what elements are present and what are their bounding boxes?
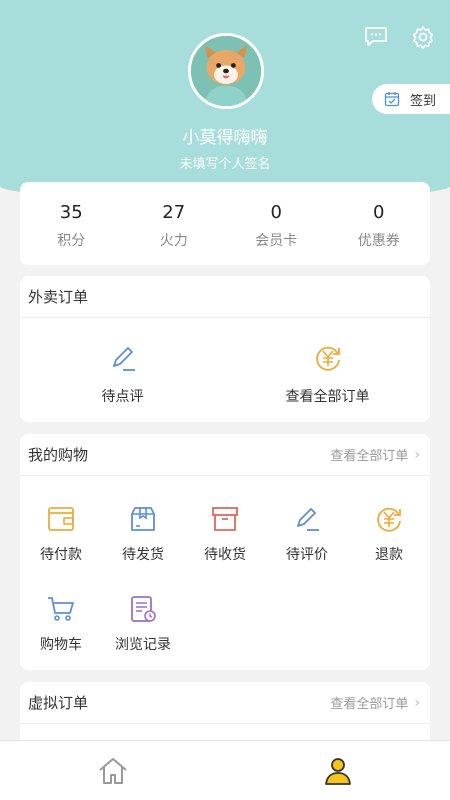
card-title: 虚拟订单: [28, 694, 89, 712]
takeout-to-review[interactable]: 待点评: [20, 318, 225, 406]
message-icon[interactable]: [363, 24, 389, 50]
item-label: 待点评: [101, 389, 144, 405]
stat-points[interactable]: 35 积分: [20, 182, 123, 265]
dog-avatar-icon: [191, 36, 261, 106]
stat-label: 优惠券: [357, 233, 400, 249]
pending-shipment[interactable]: 待发货: [102, 476, 184, 566]
card-header: 我的购物 查看全部订单 ›: [20, 434, 430, 476]
pen-icon: [112, 347, 135, 371]
tab-home[interactable]: [0, 741, 225, 800]
signin-button[interactable]: 签到: [372, 84, 450, 114]
card-title: 外卖订单: [28, 288, 89, 306]
calendar-check-icon: [384, 92, 400, 107]
takeout-orders-card: 外卖订单 待点评 查看全部订单: [20, 276, 430, 422]
card-title: 我的购物: [28, 446, 89, 464]
view-all-orders-link[interactable]: 查看全部订单 ›: [330, 693, 420, 713]
yen-refresh-icon: [315, 346, 340, 371]
user-icon: [324, 757, 351, 785]
stat-membership[interactable]: 0 会员卡: [225, 182, 328, 265]
cart-icon: [48, 597, 74, 621]
signature[interactable]: 未填写个人签名: [0, 153, 450, 172]
home-icon: [98, 757, 127, 784]
yen-refresh-icon: [377, 507, 401, 532]
my-shopping-card: 我的购物 查看全部订单 › 待付款 待发货 待收货 待评价 退款 购物车 浏览记…: [20, 434, 430, 670]
item-label: 待评价: [286, 547, 328, 563]
wallet-icon: [48, 507, 74, 531]
card-header: 外卖订单: [20, 276, 430, 318]
pending-receipt[interactable]: 待收货: [184, 476, 266, 566]
tab-profile[interactable]: [225, 741, 450, 800]
card-header: 虚拟订单 查看全部订单 ›: [20, 682, 430, 724]
refund[interactable]: 退款: [348, 476, 430, 566]
item-label: 待收货: [204, 547, 246, 563]
link-label: 查看全部订单: [330, 449, 409, 464]
bottom-tab-bar: [0, 740, 450, 800]
stat-fire[interactable]: 27 火力: [123, 182, 226, 265]
stat-value: 35: [59, 202, 83, 223]
pen-icon: [297, 508, 319, 531]
box-icon: [212, 507, 238, 531]
stats-card: 35 积分 27 火力 0 会员卡 0 优惠券: [20, 182, 430, 265]
item-label: 退款: [375, 547, 403, 563]
browse-history[interactable]: 浏览记录: [102, 566, 184, 656]
link-label: 查看全部订单: [330, 697, 409, 712]
item-label: 购物车: [40, 637, 82, 653]
signin-label: 签到: [410, 93, 437, 109]
takeout-all-orders[interactable]: 查看全部订单: [225, 318, 430, 406]
chevron-right-icon: ›: [414, 694, 420, 711]
stat-coupons[interactable]: 0 优惠券: [328, 182, 431, 265]
chevron-right-icon: ›: [414, 446, 420, 463]
username[interactable]: 小莫得嗨嗨: [0, 123, 450, 148]
settings-gear-icon[interactable]: [410, 24, 436, 50]
stat-label: 火力: [159, 233, 188, 249]
shopping-cart[interactable]: 购物车: [20, 566, 102, 656]
pending-payment[interactable]: 待付款: [20, 476, 102, 566]
stat-value: 0: [373, 202, 385, 223]
history-icon: [131, 596, 156, 622]
pending-review[interactable]: 待评价: [266, 476, 348, 566]
item-label: 查看全部订单: [285, 389, 370, 405]
avatar[interactable]: [188, 33, 264, 109]
stat-value: 0: [270, 202, 282, 223]
stat-label: 会员卡: [255, 233, 298, 249]
stat-value: 27: [162, 202, 186, 223]
item-label: 浏览记录: [115, 637, 171, 653]
item-label: 待付款: [40, 547, 82, 563]
item-label: 待发货: [122, 547, 164, 563]
stat-label: 积分: [57, 233, 86, 249]
package-icon: [131, 507, 155, 531]
view-all-orders-link[interactable]: 查看全部订单 ›: [330, 445, 420, 465]
